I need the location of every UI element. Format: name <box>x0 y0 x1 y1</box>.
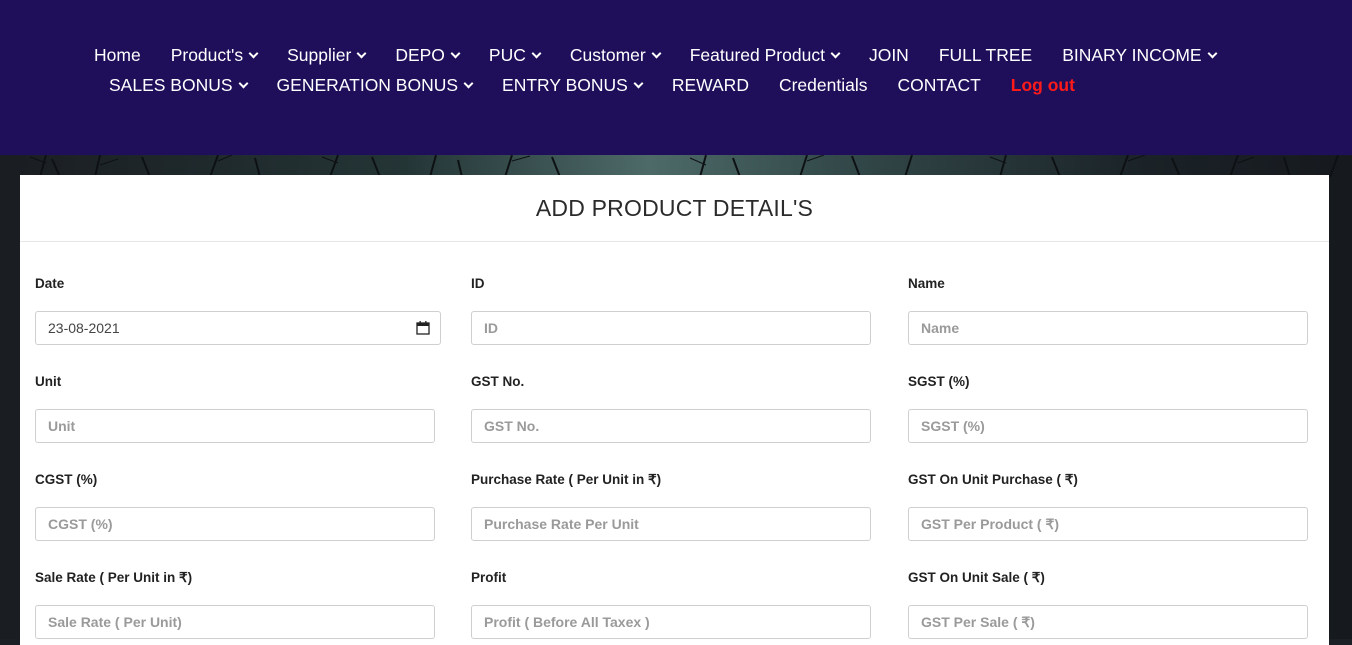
nav-join[interactable]: JOIN <box>869 45 909 66</box>
gst-no-label: GST No. <box>471 374 525 389</box>
nav-customer-dropdown[interactable]: Customer <box>570 45 662 66</box>
nav-sales-bonus-dropdown[interactable]: SALES BONUS <box>109 75 248 96</box>
date-label: Date <box>35 276 65 291</box>
name-label: Name <box>908 276 945 291</box>
top-navbar: Home Product's Supplier DEPO PUC Custome… <box>0 0 1352 155</box>
nav-products-dropdown[interactable]: Product's <box>171 45 259 66</box>
add-product-card: ADD PRODUCT DETAIL'S Date 23-08-2021 ID … <box>20 175 1329 645</box>
nav-entry-bonus-dropdown[interactable]: ENTRY BONUS <box>502 75 644 96</box>
profit-label: Profit <box>471 570 507 585</box>
sgst-field[interactable] <box>908 409 1308 443</box>
chevron-down-icon <box>531 48 542 58</box>
chevron-down-icon <box>651 48 662 58</box>
id-field[interactable] <box>471 311 871 345</box>
id-label: ID <box>471 276 485 291</box>
nav-row-secondary: SALES BONUS GENERATION BONUS ENTRY BONUS… <box>109 73 1105 97</box>
date-field[interactable]: 23-08-2021 <box>35 311 441 345</box>
sale-rate-field[interactable] <box>35 605 435 639</box>
nav-featured-product-dropdown[interactable]: Featured Product <box>690 45 841 66</box>
nav-credentials[interactable]: Credentials <box>779 75 868 96</box>
unit-label: Unit <box>35 374 62 389</box>
forest-background-decoration <box>29 155 1339 177</box>
nav-reward[interactable]: REWARD <box>672 75 749 96</box>
nav-puc-dropdown[interactable]: PUC <box>489 45 542 66</box>
gst-no-field[interactable] <box>471 409 871 443</box>
chevron-down-icon <box>450 48 461 58</box>
chevron-down-icon <box>633 78 644 88</box>
chevron-down-icon <box>463 78 474 88</box>
chevron-down-icon <box>356 48 367 58</box>
gst-unit-purchase-label: GST On Unit Purchase ( ₹) <box>908 472 1078 487</box>
nav-home[interactable]: Home <box>94 45 141 66</box>
nav-supplier-dropdown[interactable]: Supplier <box>287 45 367 66</box>
nav-row-primary: Home Product's Supplier DEPO PUC Custome… <box>94 43 1246 67</box>
profit-field[interactable] <box>471 605 871 639</box>
nav-depo-dropdown[interactable]: DEPO <box>395 45 461 66</box>
chevron-down-icon <box>1207 48 1218 58</box>
chevron-down-icon <box>238 78 248 88</box>
chevron-down-icon <box>830 48 841 58</box>
purchase-rate-field[interactable] <box>471 507 871 541</box>
sgst-label: SGST (%) <box>908 374 970 389</box>
gst-unit-sale-label: GST On Unit Sale ( ₹) <box>908 570 1045 585</box>
calendar-icon[interactable] <box>416 321 430 335</box>
logout-link[interactable]: Log out <box>1011 75 1075 96</box>
nav-contact[interactable]: CONTACT <box>898 75 981 96</box>
nav-generation-bonus-dropdown[interactable]: GENERATION BONUS <box>277 75 474 96</box>
gst-unit-purchase-field[interactable] <box>908 507 1308 541</box>
unit-field[interactable] <box>35 409 435 443</box>
cgst-field[interactable] <box>35 507 435 541</box>
nav-binary-income-dropdown[interactable]: BINARY INCOME <box>1062 45 1218 66</box>
cgst-label: CGST (%) <box>35 472 98 487</box>
chevron-down-icon <box>248 48 259 58</box>
nav-full-tree[interactable]: FULL TREE <box>939 45 1032 66</box>
page-title: ADD PRODUCT DETAIL'S <box>535 194 814 221</box>
purchase-rate-label: Purchase Rate ( Per Unit in ₹) <box>471 472 662 487</box>
card-header: ADD PRODUCT DETAIL'S <box>20 175 1329 242</box>
name-field[interactable] <box>908 311 1308 345</box>
gst-unit-sale-field[interactable] <box>908 605 1308 639</box>
sale-rate-label: Sale Rate ( Per Unit in ₹) <box>35 570 193 585</box>
